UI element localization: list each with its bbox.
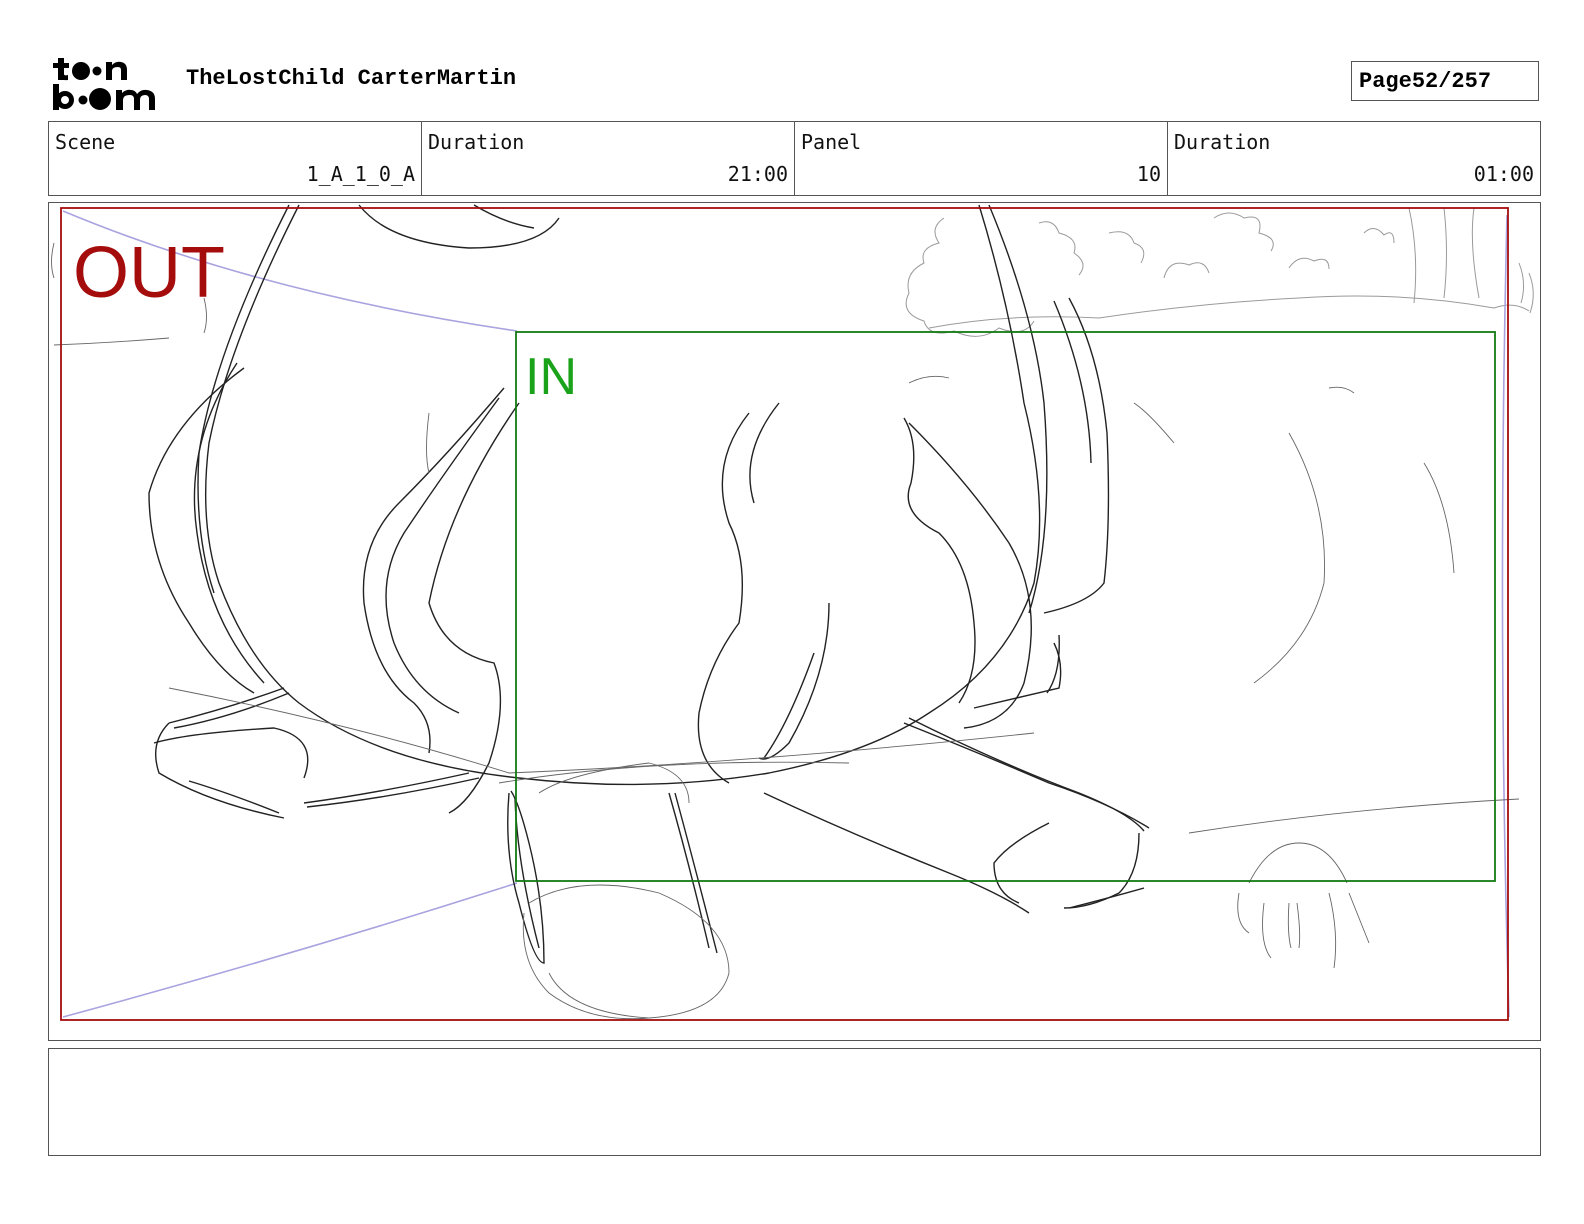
panel-drawing: OUT IN bbox=[51, 204, 1534, 1021]
storyboard-panel: OUT IN bbox=[48, 202, 1541, 1041]
panel-duration-label: Duration bbox=[1174, 130, 1271, 154]
project-title: TheLostChild CarterMartin bbox=[186, 66, 517, 91]
panel-info-row: Scene 1_A_1_0_A Duration 21:00 Panel 10 … bbox=[48, 121, 1541, 196]
page-label: Page bbox=[1359, 68, 1412, 94]
panel-value: 10 bbox=[1136, 162, 1161, 186]
scene-duration-value: 21:00 bbox=[727, 162, 788, 186]
in-label: IN bbox=[525, 348, 577, 406]
scene-cell: Scene 1_A_1_0_A bbox=[49, 122, 422, 195]
scene-duration-label: Duration bbox=[428, 130, 525, 154]
panel-label: Panel bbox=[801, 130, 862, 154]
caption-box bbox=[48, 1048, 1541, 1156]
toonboom-logo bbox=[53, 58, 155, 110]
background-sketch bbox=[905, 207, 1534, 337]
scene-value: 1_A_1_0_A bbox=[306, 162, 415, 186]
character-sketch-light bbox=[51, 242, 1520, 1020]
panel-duration-cell: Duration 01:00 bbox=[1168, 122, 1540, 195]
scene-label: Scene bbox=[55, 130, 116, 154]
panel-duration-value: 01:00 bbox=[1473, 162, 1534, 186]
out-frame bbox=[60, 207, 1509, 1021]
out-label: OUT bbox=[73, 233, 225, 313]
in-frame bbox=[515, 331, 1496, 882]
page-value: 52/257 bbox=[1411, 68, 1492, 94]
scene-duration-cell: Duration 21:00 bbox=[422, 122, 795, 195]
panel-cell: Panel 10 bbox=[795, 122, 1168, 195]
page-indicator: Page 52/257 bbox=[1351, 61, 1539, 101]
